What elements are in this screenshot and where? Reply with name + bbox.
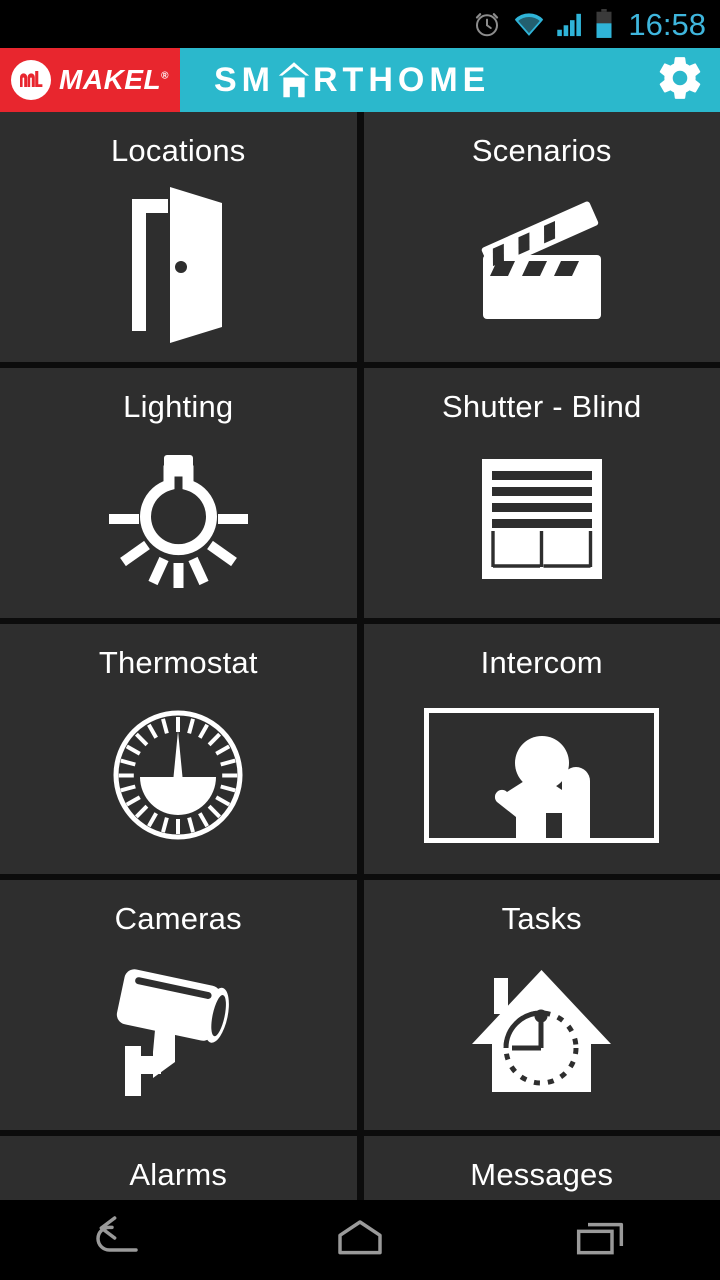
- cellular-signal-icon: [556, 11, 584, 37]
- grid-row: Locations Scenarios: [0, 112, 720, 362]
- tile-alarms[interactable]: Alarms: [0, 1136, 357, 1200]
- tile-scenarios[interactable]: Scenarios: [363, 112, 720, 362]
- makel-wordmark: MAKEL®: [59, 64, 169, 95]
- tile-label: Scenarios: [471, 133, 612, 168]
- tile-label: Thermostat: [98, 645, 258, 680]
- gear-icon: [655, 53, 705, 108]
- battery-icon: [595, 9, 613, 39]
- brand-prefix: SM: [214, 60, 275, 99]
- tile-label: Lighting: [123, 389, 234, 424]
- tile-label: Tasks: [501, 901, 582, 936]
- tile-intercom[interactable]: Intercom: [363, 624, 720, 874]
- house-letter-a-icon: [277, 61, 311, 99]
- tile-label: Intercom: [480, 645, 603, 680]
- makel-logo[interactable]: MAKEL®: [0, 48, 180, 112]
- grid-row: Thermostat Intercom: [0, 624, 720, 874]
- tile-label: Cameras: [114, 901, 242, 936]
- tile-label: Alarms: [129, 1157, 228, 1192]
- brand-block: SM RTHOME: [180, 48, 720, 112]
- status-bar: 16:58: [0, 0, 720, 48]
- status-bar-clock: 16:58: [628, 6, 706, 42]
- nav-back-button[interactable]: [60, 1200, 180, 1280]
- grid-row: Alarms Messages: [0, 1136, 720, 1200]
- open-door-icon: [0, 171, 357, 362]
- settings-button[interactable]: [652, 52, 708, 108]
- thermostat-dial-icon: [0, 683, 357, 874]
- dashboard-grid: Locations Scenarios Lighting Shutter - B…: [0, 112, 720, 1200]
- android-nav-bar: [0, 1200, 720, 1280]
- tile-cameras[interactable]: Cameras: [0, 880, 357, 1130]
- tile-locations[interactable]: Locations: [0, 112, 357, 362]
- window-blind-icon: [364, 427, 720, 618]
- nav-home-button[interactable]: [300, 1200, 420, 1280]
- tile-lighting[interactable]: Lighting: [0, 368, 357, 618]
- phone-screen: 16:58 MAKEL® SM RTHOME Locations Scenari…: [0, 0, 720, 1280]
- tile-shutter-blind[interactable]: Shutter - Blind: [363, 368, 720, 618]
- tile-messages[interactable]: Messages: [363, 1136, 720, 1200]
- tile-thermostat[interactable]: Thermostat: [0, 624, 357, 874]
- video-intercom-person-icon: [364, 683, 720, 874]
- tile-label: Shutter - Blind: [442, 389, 642, 424]
- nav-recents-button[interactable]: [540, 1200, 660, 1280]
- tile-label: Locations: [110, 133, 246, 168]
- grid-row: Lighting Shutter - Blind: [0, 368, 720, 618]
- home-icon: [328, 1214, 392, 1267]
- cctv-camera-icon: [0, 939, 357, 1130]
- wifi-icon: [513, 11, 545, 37]
- tile-label: Messages: [470, 1157, 614, 1192]
- brand-suffix: RTHOME: [313, 60, 491, 99]
- tile-tasks[interactable]: Tasks: [363, 880, 720, 1130]
- back-arrow-icon: [88, 1214, 152, 1267]
- clapperboard-icon: [364, 171, 720, 362]
- recent-apps-icon: [568, 1214, 632, 1267]
- app-header: MAKEL® SM RTHOME: [0, 48, 720, 112]
- alarm-clock-icon: [472, 9, 502, 39]
- grid-row: Cameras Tasks: [0, 880, 720, 1130]
- light-bulb-icon: [0, 427, 357, 618]
- smarthome-wordmark: SM RTHOME: [214, 61, 490, 100]
- house-clock-icon: [364, 939, 720, 1130]
- makel-monogram-icon: [11, 60, 52, 100]
